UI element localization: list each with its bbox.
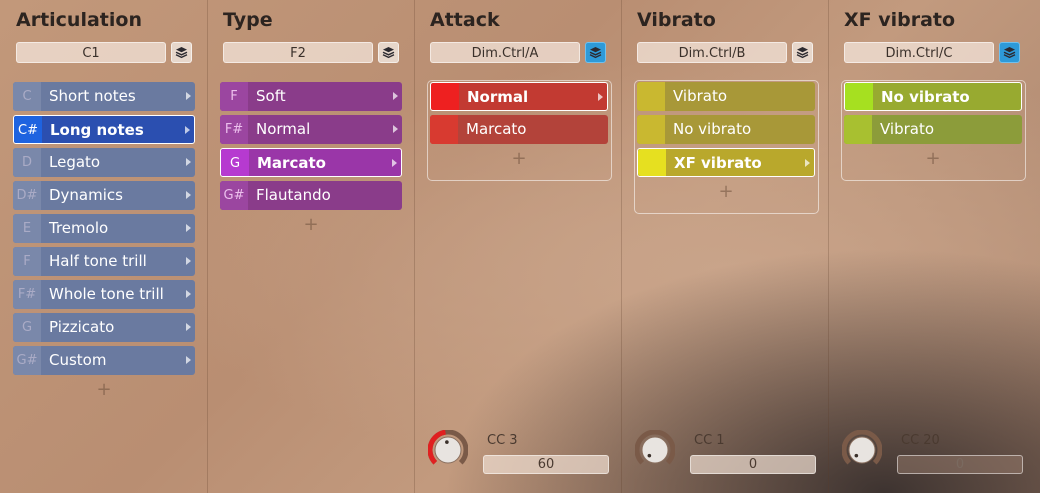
column-type: Type F2 F Soft F# Normal G Marcato G# Flautando + bbox=[207, 0, 414, 493]
list-item[interactable]: F# Normal bbox=[220, 115, 402, 144]
cc-value-field[interactable]: 0 bbox=[897, 455, 1023, 474]
list-item[interactable]: D Legato bbox=[13, 148, 195, 177]
list-item-label: Short notes bbox=[49, 87, 136, 105]
chevron-right-icon bbox=[186, 356, 191, 364]
chevron-right-icon bbox=[186, 290, 191, 298]
knob-icon[interactable] bbox=[427, 429, 469, 470]
cc-label: CC 1 bbox=[694, 433, 725, 448]
chevron-right-icon bbox=[185, 126, 190, 134]
column-xf-vibrato: XF vibrato Dim.Ctrl/C No vibrato Vibrato + CC… bbox=[828, 0, 1035, 493]
list-item-label: Legato bbox=[49, 153, 101, 171]
layers-icon[interactable] bbox=[585, 42, 606, 63]
column-articulation: Articulation C1 C Short notes C# Long notes D L… bbox=[0, 0, 207, 493]
list-item-label: Pizzicato bbox=[49, 318, 115, 336]
key-swatch: D bbox=[13, 148, 41, 177]
list-item-label: Tremolo bbox=[49, 219, 109, 237]
group-box bbox=[634, 80, 819, 214]
column-vibrato: Vibrato Dim.Ctrl/B Vibrato No vibrato XF vib… bbox=[621, 0, 828, 493]
column-title: XF vibrato bbox=[844, 9, 956, 31]
list-item-label: Custom bbox=[49, 351, 107, 369]
list-item-label: Soft bbox=[256, 87, 286, 105]
chevron-right-icon bbox=[186, 257, 191, 265]
list-item-label: Dynamics bbox=[49, 186, 123, 204]
add-item-button[interactable]: + bbox=[13, 379, 195, 405]
key-swatch: E bbox=[13, 214, 41, 243]
chevron-right-icon bbox=[186, 224, 191, 232]
column-divider bbox=[828, 0, 829, 493]
remote-key-field[interactable]: F2 bbox=[223, 42, 373, 63]
list-item[interactable]: F Half tone trill bbox=[13, 247, 195, 276]
column-title: Vibrato bbox=[637, 9, 716, 31]
list-item[interactable]: E Tremolo bbox=[13, 214, 195, 243]
key-swatch: F# bbox=[220, 115, 248, 144]
column-title: Attack bbox=[430, 9, 500, 31]
group-box bbox=[841, 80, 1026, 181]
remote-key-field[interactable]: Dim.Ctrl/B bbox=[637, 42, 787, 63]
list-item[interactable]: G# Custom bbox=[13, 346, 195, 375]
column-title: Type bbox=[223, 9, 273, 31]
key-swatch: C bbox=[13, 82, 41, 111]
articulation-list: F Soft F# Normal G Marcato G# Flautando + bbox=[220, 82, 402, 240]
key-swatch: G bbox=[221, 149, 249, 176]
cc-value-field[interactable]: 0 bbox=[690, 455, 816, 474]
list-item[interactable]: G# Flautando bbox=[220, 181, 402, 210]
chevron-right-icon bbox=[393, 125, 398, 133]
key-swatch: G# bbox=[13, 346, 41, 375]
remote-key-field[interactable]: Dim.Ctrl/C bbox=[844, 42, 994, 63]
list-item-label: Half tone trill bbox=[49, 252, 147, 270]
knob-icon[interactable] bbox=[841, 429, 883, 470]
column-attack: Attack Dim.Ctrl/A Normal Marcato + CC 3 60 bbox=[414, 0, 621, 493]
cc-value-field[interactable]: 60 bbox=[483, 455, 609, 474]
chevron-right-icon bbox=[186, 158, 191, 166]
cc-label: CC 20 bbox=[901, 433, 940, 448]
layers-icon[interactable] bbox=[378, 42, 399, 63]
cc-label: CC 3 bbox=[487, 433, 518, 448]
list-item[interactable]: D# Dynamics bbox=[13, 181, 195, 210]
remote-key-field[interactable]: C1 bbox=[16, 42, 166, 63]
key-swatch: G# bbox=[220, 181, 248, 210]
remote-key-field[interactable]: Dim.Ctrl/A bbox=[430, 42, 580, 63]
chevron-right-icon bbox=[186, 323, 191, 331]
chevron-right-icon bbox=[393, 92, 398, 100]
list-item[interactable]: C# Long notes bbox=[13, 115, 195, 144]
list-item[interactable]: G Pizzicato bbox=[13, 313, 195, 342]
list-item-label: Whole tone trill bbox=[49, 285, 164, 303]
key-swatch: C# bbox=[14, 116, 42, 143]
key-swatch: G bbox=[13, 313, 41, 342]
chevron-right-icon bbox=[186, 92, 191, 100]
list-item[interactable]: F# Whole tone trill bbox=[13, 280, 195, 309]
list-item-label: Flautando bbox=[256, 186, 331, 204]
chevron-right-icon bbox=[186, 191, 191, 199]
column-divider bbox=[414, 0, 415, 493]
list-item[interactable]: G Marcato bbox=[220, 148, 402, 177]
list-item-label: Long notes bbox=[50, 121, 144, 139]
knob-icon[interactable] bbox=[634, 429, 676, 470]
list-item-label: Normal bbox=[256, 120, 311, 138]
articulation-list: C Short notes C# Long notes D Legato D# Dynamic… bbox=[13, 82, 195, 405]
key-swatch: F bbox=[13, 247, 41, 276]
add-item-button[interactable]: + bbox=[220, 214, 402, 240]
layers-icon[interactable] bbox=[999, 42, 1020, 63]
list-item[interactable]: F Soft bbox=[220, 82, 402, 111]
chevron-right-icon bbox=[392, 159, 397, 167]
layers-icon[interactable] bbox=[171, 42, 192, 63]
column-divider bbox=[207, 0, 208, 493]
list-item[interactable]: C Short notes bbox=[13, 82, 195, 111]
key-swatch: D# bbox=[13, 181, 41, 210]
group-box bbox=[427, 80, 612, 181]
list-item-label: Marcato bbox=[257, 154, 326, 172]
key-swatch: F bbox=[220, 82, 248, 111]
key-swatch: F# bbox=[13, 280, 41, 309]
column-title: Articulation bbox=[16, 9, 142, 31]
column-divider bbox=[621, 0, 622, 493]
layers-icon[interactable] bbox=[792, 42, 813, 63]
